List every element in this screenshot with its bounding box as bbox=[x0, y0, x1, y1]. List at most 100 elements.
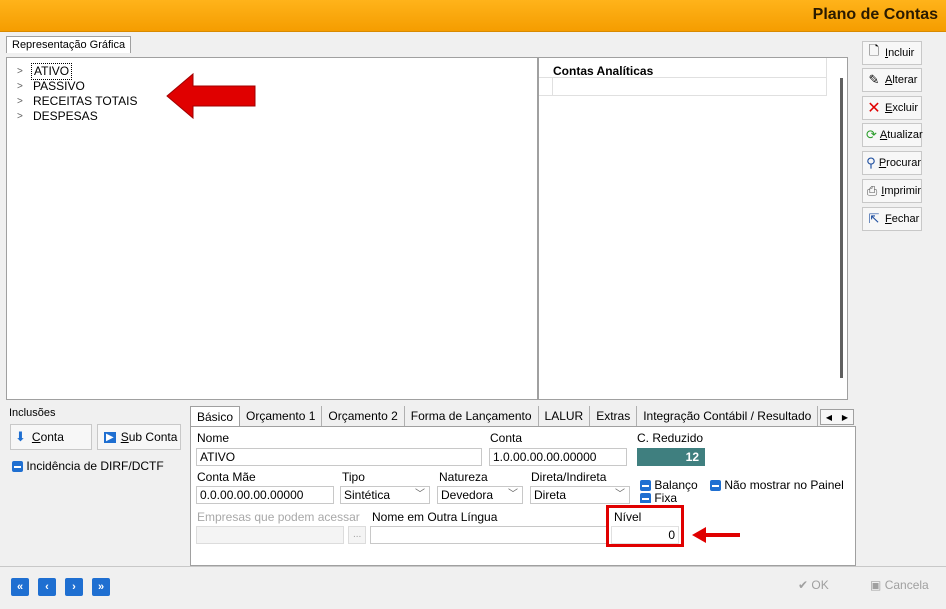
next-record-icon[interactable]: › bbox=[65, 578, 83, 596]
cancela-button: ▣ Cancela bbox=[870, 578, 929, 592]
tab-lalur[interactable]: LALUR bbox=[539, 406, 591, 426]
nivel-input[interactable]: 0 bbox=[611, 526, 679, 544]
scrollbar[interactable] bbox=[840, 78, 843, 378]
tab-representacao-grafica[interactable]: Representação Gráfica bbox=[6, 36, 132, 53]
nome-label: Nome bbox=[197, 431, 230, 445]
tab-orcamento-2[interactable]: Orçamento 2 bbox=[322, 406, 405, 426]
tab-forma-lancamento[interactable]: Forma de Lançamento bbox=[405, 406, 539, 426]
checkbox-indeterminate-icon bbox=[640, 480, 651, 492]
select-value: Devedora bbox=[441, 488, 494, 502]
checkbox-label: Não mostrar no Painel bbox=[724, 478, 844, 492]
chevron-right-icon[interactable]: > bbox=[17, 79, 31, 94]
tab-label: Representação Gráfica bbox=[12, 39, 126, 51]
printer-icon: ⎙ bbox=[866, 183, 878, 198]
balanco-checkbox[interactable]: Balanço bbox=[640, 478, 698, 492]
nome-input[interactable]: ATIVO bbox=[196, 448, 482, 466]
naomostrar-checkbox[interactable]: Não mostrar no Painel bbox=[710, 478, 844, 492]
button-label: Atualizar bbox=[879, 129, 923, 141]
tipo-label: Tipo bbox=[342, 470, 365, 484]
button-label: Incluir bbox=[885, 47, 915, 59]
tab-integracao[interactable]: Integração Contábil / Resultado bbox=[637, 406, 819, 426]
binoculars-icon: ⚲ bbox=[866, 155, 876, 170]
ok-button: ✔ OK bbox=[798, 578, 829, 592]
empresas-input bbox=[196, 526, 344, 544]
insert-arrow-icon: ▶ bbox=[104, 431, 116, 443]
imprimir-button[interactable]: ⎙ Imprimir bbox=[862, 179, 922, 203]
tree-item-label: RECEITAS TOTAIS bbox=[33, 94, 138, 108]
tab-scroll-arrows[interactable]: ◀ ▶ bbox=[820, 409, 854, 425]
tipo-select[interactable]: Sintética ﹀ bbox=[340, 486, 430, 504]
checkbox-label: Fixa bbox=[654, 491, 678, 503]
conta-button[interactable]: ⬇ Conta bbox=[10, 424, 92, 450]
tab-extras[interactable]: Extras bbox=[590, 406, 638, 426]
button-label: Excluir bbox=[885, 102, 919, 114]
previous-record-icon[interactable]: ‹ bbox=[38, 578, 56, 596]
button-label: Alterar bbox=[885, 74, 918, 86]
detail-tabs: Básico Orçamento 1 Orçamento 2 Forma de … bbox=[190, 406, 819, 426]
chevron-right-icon[interactable]: > bbox=[17, 94, 31, 109]
excluir-button[interactable]: ✕ Excluir bbox=[862, 96, 922, 120]
annotation-arrow-icon bbox=[692, 527, 740, 543]
first-record-icon[interactable]: « bbox=[11, 578, 29, 596]
button-label: Fechar bbox=[885, 213, 920, 225]
tab-basico[interactable]: Básico bbox=[190, 406, 241, 426]
tree-item-label: PASSIVO bbox=[33, 79, 85, 93]
fechar-button[interactable]: ⇱ Fechar bbox=[862, 207, 922, 231]
chevron-down-icon[interactable]: ﹀ bbox=[615, 487, 625, 503]
footer-divider bbox=[0, 566, 946, 567]
tree-panel: > ATIVO > PASSIVO > RECEITAS TOTAIS > DE… bbox=[6, 57, 538, 400]
conta-label: Conta bbox=[490, 431, 523, 445]
select-value: Sintética bbox=[344, 488, 391, 502]
row-indicator bbox=[539, 78, 553, 96]
button-label: Procurar bbox=[878, 157, 921, 169]
title-bar: Plano de Contas bbox=[0, 0, 946, 32]
chevron-right-icon[interactable]: > bbox=[17, 64, 31, 79]
table-row[interactable] bbox=[539, 78, 827, 96]
empresas-browse-button: ... bbox=[348, 526, 366, 544]
atualizar-button[interactable]: ⟳ Atualizar bbox=[862, 123, 923, 147]
empresas-label: Empresas que podem acessar bbox=[197, 510, 360, 524]
checkbox-indeterminate-icon bbox=[640, 493, 651, 503]
tree-item-ativo[interactable]: > ATIVO bbox=[17, 63, 139, 80]
procurar-button[interactable]: ⚲ Procurar bbox=[862, 151, 922, 175]
tab-orcamento-1[interactable]: Orçamento 1 bbox=[240, 406, 323, 426]
analytic-header: Contas Analíticas bbox=[539, 58, 827, 78]
button-label: Imprimir bbox=[881, 185, 921, 197]
dirf-checkbox[interactable]: Incidência de DIRF/DCTF bbox=[12, 459, 164, 473]
button-label: Sub Conta bbox=[120, 430, 178, 444]
checkbox-label: Balanço bbox=[654, 478, 698, 492]
checkbox-label: Incidência de DIRF/DCTF bbox=[26, 459, 164, 473]
direta-select[interactable]: Direta ﹀ bbox=[530, 486, 630, 504]
checkbox-indeterminate-icon bbox=[12, 461, 23, 473]
chevron-down-icon[interactable]: ﹀ bbox=[415, 487, 425, 503]
arrow-left-icon[interactable]: ◀ bbox=[826, 413, 832, 422]
close-window-icon: ⇱ bbox=[868, 211, 880, 226]
cancel-icon: ▣ bbox=[870, 578, 882, 592]
checkmark-icon: ✔ bbox=[798, 578, 809, 592]
button-label: OK bbox=[811, 578, 829, 592]
natureza-select[interactable]: Devedora ﹀ bbox=[437, 486, 523, 504]
refresh-icon: ⟳ bbox=[866, 127, 877, 142]
chevron-down-icon[interactable]: ﹀ bbox=[508, 487, 518, 503]
outralingua-input[interactable] bbox=[370, 526, 608, 544]
tree-item-passivo[interactable]: > PASSIVO bbox=[17, 79, 139, 94]
tree-item-despesas[interactable]: > DESPESAS bbox=[17, 109, 139, 124]
fixa-checkbox[interactable]: Fixa bbox=[640, 491, 677, 503]
conta-input[interactable]: 1.0.00.00.00.00000 bbox=[489, 448, 627, 466]
new-document-icon: 🗋 bbox=[868, 43, 880, 58]
edit-icon: ✎ bbox=[868, 72, 880, 87]
natureza-label: Natureza bbox=[439, 470, 488, 484]
analytic-accounts-panel: Contas Analíticas bbox=[538, 57, 848, 400]
contamae-input[interactable]: 0.0.00.00.00.00000 bbox=[196, 486, 334, 504]
last-record-icon[interactable]: » bbox=[92, 578, 110, 596]
alterar-button[interactable]: ✎ Alterar bbox=[862, 68, 922, 92]
incluir-button[interactable]: 🗋 Incluir bbox=[862, 41, 922, 65]
button-label: Conta bbox=[31, 430, 64, 444]
arrow-right-icon[interactable]: ▶ bbox=[842, 413, 848, 422]
creduzido-label: C. Reduzido bbox=[637, 431, 704, 445]
subconta-button[interactable]: ▶ Sub Conta bbox=[97, 424, 181, 450]
tree-item-receitas[interactable]: > RECEITAS TOTAIS bbox=[17, 94, 139, 109]
creduzido-input[interactable]: 12 bbox=[637, 448, 705, 466]
download-arrow-icon: ⬇ bbox=[15, 429, 26, 444]
chevron-right-icon[interactable]: > bbox=[17, 109, 31, 124]
